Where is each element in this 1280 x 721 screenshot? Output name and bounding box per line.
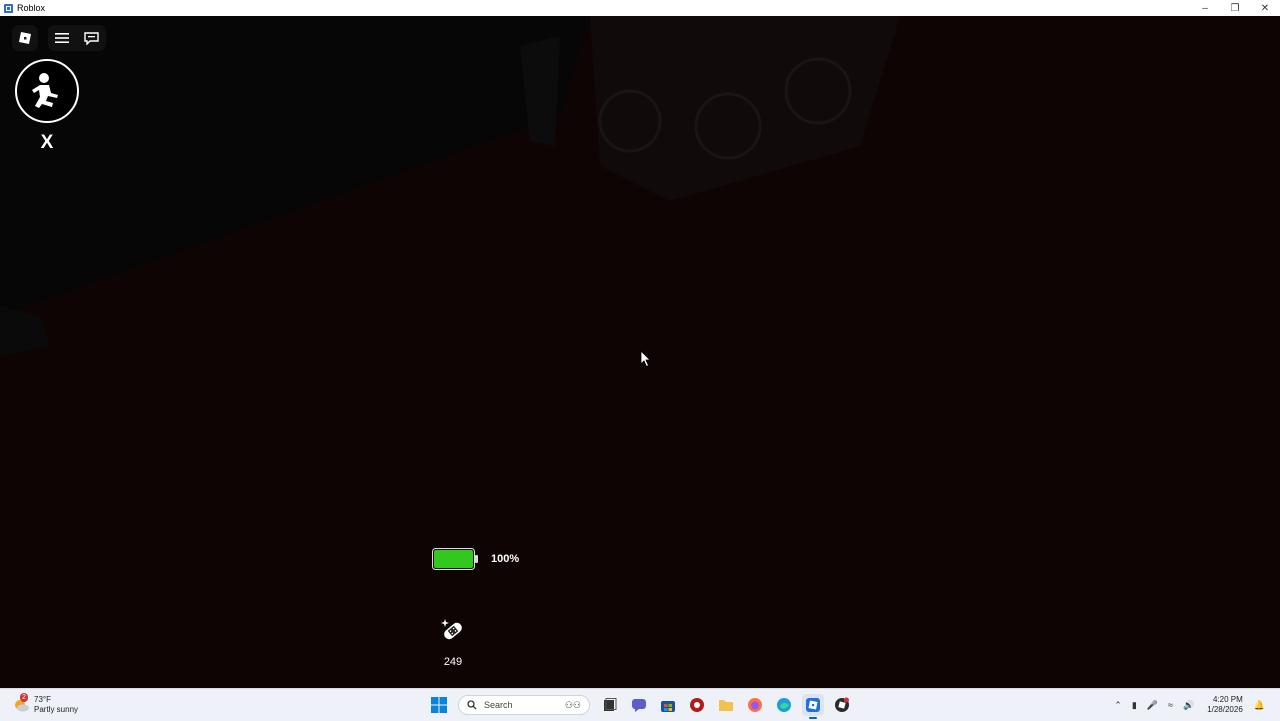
item-count: 249 — [443, 656, 463, 668]
search-placeholder: Search — [484, 700, 513, 710]
weather-icon: 2 — [12, 693, 30, 714]
weather-badge: 2 — [20, 693, 28, 702]
clock-date: 1/28/2026 — [1207, 705, 1243, 714]
wifi-icon[interactable]: ≈ — [1168, 700, 1173, 710]
chat-icon[interactable] — [84, 31, 99, 45]
roblox-logo-button[interactable] — [12, 25, 38, 51]
start-icon — [430, 697, 447, 713]
roblox-app-icon — [4, 3, 13, 13]
weather-widget[interactable]: 2 73°F Partly sunny — [12, 693, 78, 717]
bandage-icon — [441, 619, 462, 640]
taskbar-search[interactable]: Search ⚇⚇ — [458, 695, 590, 715]
close-button[interactable]: ✕ — [1250, 0, 1280, 16]
notification-bell-icon[interactable]: 🔔 — [1254, 700, 1265, 711]
roblox-taskbar-button[interactable] — [801, 694, 824, 719]
running-man-icon — [32, 73, 58, 108]
task-view-icon — [603, 698, 616, 711]
microphone-icon[interactable]: 🎤 — [1147, 700, 1158, 711]
system-tray: ⌃ ▮ 🎤 ≈ 🔊 4:20 PM 1/28/2026 🔔 — [1109, 693, 1270, 717]
volume-icon[interactable]: 🔊 — [1183, 700, 1194, 711]
active-indicator — [808, 717, 817, 719]
roblox-icon — [805, 698, 820, 712]
clock-time: 4:20 PM — [1212, 695, 1243, 704]
firefox-icon — [747, 698, 762, 712]
teams-chat-icon — [631, 699, 646, 712]
sprint-button[interactable] — [15, 59, 79, 123]
store-icon — [660, 701, 675, 712]
clock[interactable]: 4:20 PM 1/28/2026 — [1207, 695, 1243, 715]
window-titlebar: Roblox – ❐ ✕ — [0, 0, 1280, 17]
store-button[interactable] — [657, 694, 679, 716]
mouse-cursor-icon — [640, 350, 651, 368]
roblox-studio-button[interactable] — [831, 694, 853, 716]
weather-condition: Partly sunny — [34, 705, 79, 714]
roblox-logo-icon — [19, 32, 31, 44]
roblox-studio-icon — [834, 697, 849, 712]
red-app-button[interactable] — [686, 694, 708, 716]
minimize-button[interactable]: – — [1190, 0, 1220, 16]
folder-icon — [718, 700, 733, 711]
network-icon[interactable]: ▮ — [1132, 700, 1137, 711]
inventory-item-slot[interactable] — [437, 615, 469, 647]
chevron-up-icon[interactable]: ⌃ — [1114, 700, 1122, 711]
edge-button[interactable] — [773, 694, 795, 716]
file-explorer-button[interactable] — [715, 694, 737, 716]
search-icon — [467, 700, 477, 710]
menu-group — [48, 25, 106, 51]
battery-percent: 100% — [491, 553, 520, 565]
sprint-keybind-label: X — [40, 132, 54, 153]
window-title: Roblox — [17, 3, 46, 13]
restore-button[interactable]: ❐ — [1220, 0, 1250, 16]
task-view-button[interactable] — [599, 694, 621, 716]
windows-taskbar: 2 73°F Partly sunny Search ⚇⚇ ⌃ ▮ 🎤 ≈ 🔊 … — [0, 688, 1280, 721]
weather-temp: 73°F — [34, 695, 51, 704]
flashlight-battery — [432, 548, 478, 570]
chat-app-button[interactable] — [628, 694, 650, 716]
search-highlight-icon: ⚇⚇ — [564, 699, 581, 710]
start-button[interactable] — [428, 694, 450, 716]
app-red-icon — [689, 698, 704, 712]
battery-fill — [434, 550, 473, 568]
edge-icon — [776, 698, 791, 712]
firefox-button[interactable] — [744, 694, 766, 716]
hamburger-menu-icon[interactable] — [55, 32, 70, 44]
